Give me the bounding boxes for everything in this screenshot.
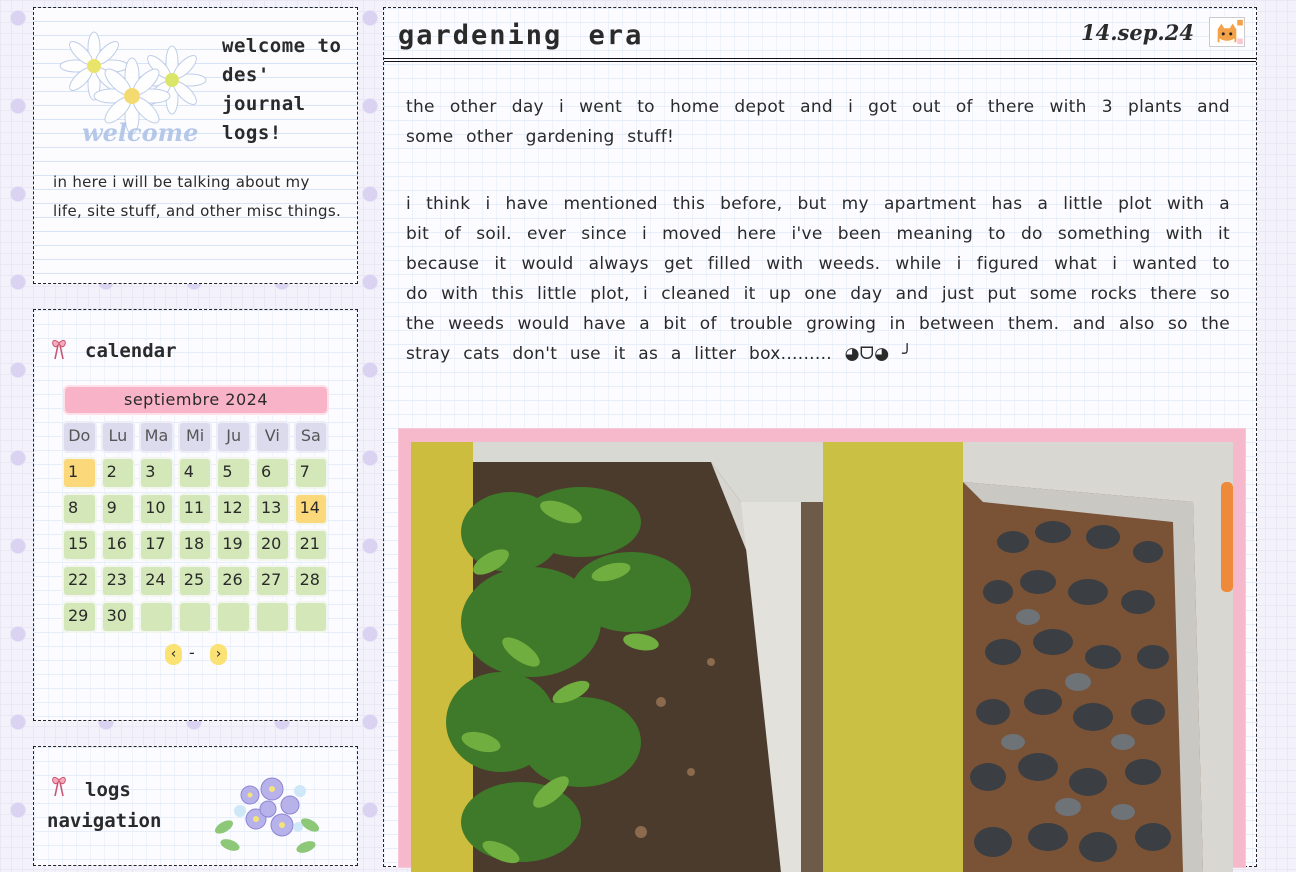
calendar-heading: calendar (85, 340, 177, 362)
calendar-day[interactable]: 18 (177, 529, 213, 561)
welcome-script-text: welcome (82, 118, 199, 147)
calendar-day[interactable]: 22 (62, 565, 97, 597)
calendar-day[interactable]: 5 (216, 457, 251, 489)
garden-weeds-photo (411, 442, 823, 872)
calendar-day[interactable]: 30 (100, 601, 136, 633)
calendar-day[interactable]: 13 (254, 493, 290, 525)
calendar-empty-cell (177, 601, 213, 633)
post-title: gardening era (398, 20, 644, 51)
calendar-day[interactable]: 1 (62, 457, 97, 489)
post-date: 14.sep.24 (1081, 20, 1194, 45)
calendar-day[interactable]: 9 (100, 493, 136, 525)
calendar-empty-cell (216, 601, 251, 633)
calendar-weekday: Vi (254, 421, 290, 453)
calendar-day[interactable]: 19 (216, 529, 251, 561)
calendar-day[interactable]: 4 (177, 457, 213, 489)
calendar-weekday: Ma (139, 421, 174, 453)
calendar-day[interactable]: 15 (62, 529, 97, 561)
calendar-panel: calendar septiembre 2024 Do Lu Ma Mi Ju Vi Sa 1… (33, 309, 358, 721)
calendar-day[interactable]: 28 (293, 565, 329, 597)
calendar-day[interactable]: 3 (139, 457, 174, 489)
calendar-prev-button[interactable]: ‹ (165, 644, 182, 665)
welcome-description: in here i will be talking about my life,… (53, 173, 342, 220)
calendar-weekday: Mi (177, 421, 213, 453)
calendar-weekday: Do (62, 421, 97, 453)
calendar-day[interactable]: 16 (100, 529, 136, 561)
post-paragraph: the other day i went to home depot and i… (406, 97, 1230, 147)
logs-navigation-heading: logs navigation (47, 775, 161, 837)
post-title-bar: gardening era 14.sep.24 (384, 8, 1256, 62)
welcome-title: welcome to des' journal logs! (222, 35, 342, 144)
welcome-panel: welcome welcome to des' journal logs! in… (33, 7, 358, 284)
calendar-day[interactable]: 21 (293, 529, 329, 561)
calendar-day[interactable]: 26 (216, 565, 251, 597)
calendar-weekday: Lu (100, 421, 136, 453)
calendar-weekday: Sa (293, 421, 329, 453)
logs-heading-line1: logs (85, 779, 131, 801)
calendar-empty-cell (254, 601, 290, 633)
calendar-day[interactable]: 25 (177, 565, 213, 597)
calendar-nav-separator: - (189, 643, 195, 662)
post-body: the other day i went to home depot and i… (406, 92, 1230, 406)
calendar-day[interactable]: 6 (254, 457, 290, 489)
logs-heading-line2: navigation (47, 810, 162, 832)
calendar-month: septiembre 2024 (63, 385, 329, 415)
calendar-day[interactable]: 14 (293, 493, 329, 525)
calendar-next-button[interactable]: › (210, 644, 227, 665)
calendar-empty-cell (293, 601, 329, 633)
calendar-day[interactable]: 24 (139, 565, 174, 597)
photo-frame (398, 428, 1246, 872)
calendar-weekday: Ju (216, 421, 251, 453)
calendar-grid: Do Lu Ma Mi Ju Vi Sa 1 2 3 4 5 6 7 8 9 10 11 12 13 14 15 16 17 1… (62, 421, 330, 633)
calendar-day[interactable]: 23 (100, 565, 136, 597)
bow-icon (52, 340, 66, 360)
garden-rocks-photo (823, 442, 1233, 872)
calendar-day[interactable]: 17 (139, 529, 174, 561)
calendar-day[interactable]: 8 (62, 493, 97, 525)
calendar-day[interactable]: 27 (254, 565, 290, 597)
cat-icon (1209, 17, 1245, 47)
logs-navigation-panel: logs navigation (33, 746, 358, 866)
calendar-day[interactable]: 29 (62, 601, 97, 633)
post-panel: gardening era 14.sep.24 the other day i … (383, 7, 1257, 872)
calendar-day[interactable]: 12 (216, 493, 251, 525)
calendar-day[interactable]: 11 (177, 493, 213, 525)
calendar-day[interactable]: 7 (293, 457, 329, 489)
calendar-day[interactable]: 2 (100, 457, 136, 489)
calendar-day[interactable]: 10 (139, 493, 174, 525)
calendar-day[interactable]: 20 (254, 529, 290, 561)
flower-bouquet-icon (214, 777, 320, 853)
calendar-empty-cell (139, 601, 174, 633)
post-paragraph: i think i have mentioned this before, bu… (406, 194, 1230, 364)
